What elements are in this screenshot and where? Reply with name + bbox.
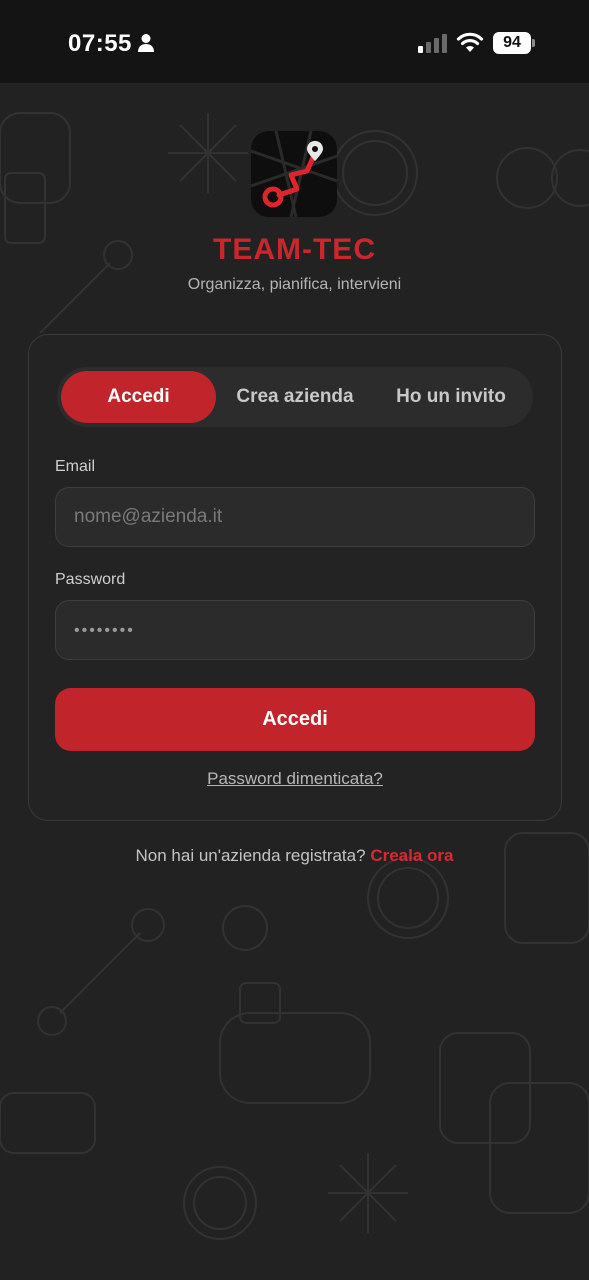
status-time: 07:55 bbox=[68, 30, 132, 57]
forgot-password-link[interactable]: Password dimenticata? bbox=[29, 769, 561, 789]
auth-tabs: Accedi Crea azienda Ho un invito bbox=[57, 367, 533, 427]
tab-crea-azienda[interactable]: Crea azienda bbox=[217, 371, 373, 423]
battery-cap bbox=[532, 39, 535, 47]
login-button[interactable]: Accedi bbox=[55, 688, 535, 751]
battery-icon: 94 bbox=[493, 32, 531, 54]
password-field[interactable]: •••••••• bbox=[55, 600, 535, 660]
create-company-link[interactable]: Creala ora bbox=[370, 846, 453, 865]
person-icon bbox=[138, 34, 154, 52]
tab-accedi[interactable]: Accedi bbox=[61, 371, 216, 423]
route-wrench-logo-icon bbox=[251, 131, 337, 217]
cellular-signal-icon bbox=[418, 34, 447, 53]
register-prompt: Non hai un'azienda registrata? Creala or… bbox=[0, 846, 589, 866]
password-label: Password bbox=[55, 571, 126, 588]
email-field[interactable] bbox=[55, 487, 535, 547]
email-label: Email bbox=[55, 458, 96, 475]
status-bar: 07:55 94 bbox=[0, 0, 589, 83]
register-prompt-text: Non hai un'azienda registrata? bbox=[135, 846, 366, 865]
password-value: •••••••• bbox=[74, 622, 135, 639]
app-name: TEAM-TEC bbox=[213, 233, 376, 266]
tab-ho-un-invito[interactable]: Ho un invito bbox=[373, 371, 529, 423]
wifi-icon bbox=[456, 32, 484, 52]
login-card: Accedi Crea azienda Ho un invito Email P… bbox=[28, 334, 562, 821]
app-logo bbox=[251, 131, 337, 217]
app-tagline: Organizza, pianifica, intervieni bbox=[187, 276, 402, 293]
